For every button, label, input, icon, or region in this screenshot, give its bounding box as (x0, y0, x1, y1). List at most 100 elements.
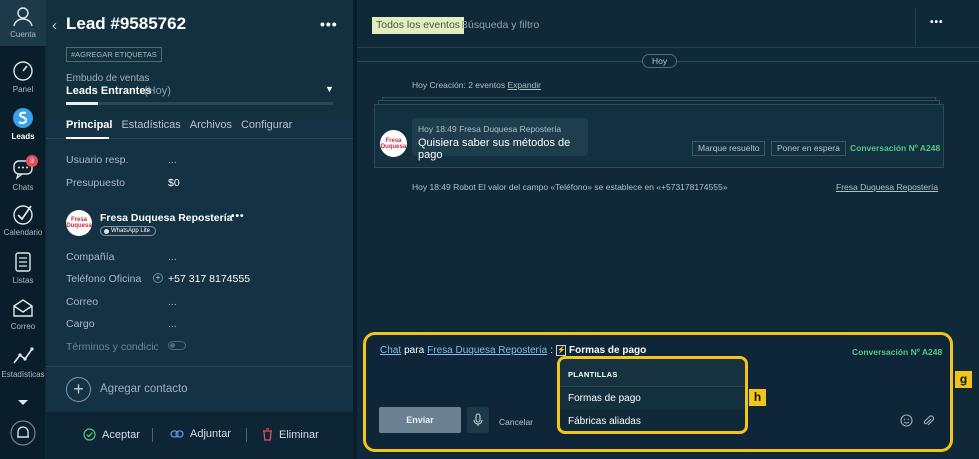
rail-item-calendar[interactable]: Calendario (0, 203, 46, 237)
user-icon (12, 5, 34, 27)
delete-button[interactable]: Eliminar (262, 428, 319, 441)
lead-more-button[interactable]: ••• (320, 16, 338, 32)
feed-more-button[interactable]: ••• (930, 17, 944, 28)
active-tab-indicator (66, 137, 109, 139)
rail-item-more[interactable] (0, 391, 46, 413)
leads-icon (12, 107, 34, 129)
dashboard-icon (12, 60, 34, 82)
lead-header: ‹ Lead #9585762 ••• #AGREGAR ETIQUETAS E… (46, 0, 353, 120)
filter-chip-all-events[interactable]: Todos los eventos (372, 17, 465, 34)
tab-configure[interactable]: Configurar (241, 119, 292, 131)
cancel-button[interactable]: Cancelar (499, 417, 533, 427)
attach-button[interactable]: Adjuntar (170, 428, 231, 440)
contact-more-button[interactable]: ••• (231, 211, 245, 222)
template-item-fabricas-aliadas[interactable]: Fábricas aliadas (568, 416, 641, 427)
rail-item-mail[interactable]: Correo (0, 297, 46, 331)
field-value-position[interactable]: ... (168, 318, 177, 330)
bell-icon (10, 420, 36, 446)
sender-avatar: Fresa Duquesa (380, 130, 407, 157)
footer-divider (152, 428, 153, 442)
accept-label: Aceptar (102, 428, 140, 441)
message-composer[interactable]: Chat para Fresa Duquesa Repostería: ⚡ Fo… (363, 332, 953, 452)
back-chevron-icon[interactable]: ‹ (52, 17, 57, 34)
emoji-icon[interactable] (900, 414, 913, 432)
tab-statistics[interactable]: Estadísticas (121, 119, 180, 131)
composer-colon: : (550, 345, 553, 356)
message-meta: Hoy 18:49 Fresa Duquesa Repostería (418, 124, 562, 134)
field-label-terms: Términos y condicion (66, 341, 158, 353)
rail-item-lists[interactable]: Listas (0, 251, 46, 285)
rail-label-leads: Leads (11, 132, 35, 141)
recipient-link[interactable]: Fresa Duquesa Repostería (427, 345, 547, 356)
lead-panel: ‹ Lead #9585762 ••• #AGREGAR ETIQUETAS E… (46, 0, 353, 459)
lead-title: Lead #9585762 (66, 14, 187, 33)
microphone-icon (473, 413, 483, 426)
add-tags-button[interactable]: #AGREGAR ETIQUETAS (66, 47, 162, 62)
rail-label-calendar: Calendario (3, 228, 43, 237)
day-pill: Hoy (642, 54, 678, 68)
chat-channel-link[interactable]: Chat (380, 345, 401, 356)
field-label-position: Cargo (66, 318, 95, 330)
whatsapp-icon (104, 228, 109, 234)
account-item[interactable]: Cuenta (0, 0, 46, 46)
rail-item-leads[interactable]: Leads (0, 107, 46, 141)
chevron-down-icon (12, 391, 34, 413)
search-filter-input[interactable]: Búsqueda y filtro (461, 19, 539, 31)
tab-files[interactable]: Archivos (190, 119, 232, 131)
plus-icon: + (66, 377, 91, 402)
tab-principal[interactable]: Principal (66, 119, 112, 131)
topbar-divider (915, 8, 916, 46)
templates-header-label: PLANTILLAS (568, 370, 618, 379)
field-value-phone[interactable]: +57 317 8174555 (168, 273, 250, 285)
field-value-budget[interactable]: $0 (168, 177, 180, 189)
chevron-down-icon[interactable]: ▼ (325, 84, 334, 94)
check-circle-icon (83, 428, 96, 441)
rail-item-notifications[interactable] (0, 420, 46, 446)
field-label-email: Correo (66, 296, 99, 308)
rail-label-chats: Chats (12, 183, 34, 192)
rail-item-panel[interactable]: Panel (0, 60, 46, 94)
rail-item-chats[interactable]: 3 Chats (0, 155, 46, 192)
template-title: Formas de pago (569, 345, 647, 356)
whatsapp-channel-badge: WhatsApp Lite (100, 226, 157, 236)
list-icon (12, 251, 34, 273)
paperclip-icon[interactable] (922, 414, 935, 432)
template-item-formas-de-pago[interactable]: Formas de pago (568, 393, 641, 404)
conversation-card: Fresa Duquesa Hoy 18:49 Fresa Duquesa Re… (374, 104, 944, 168)
field-value-company[interactable]: ... (168, 251, 177, 263)
events-summary-text: Hoy Creación: 2 eventos (412, 80, 506, 90)
nav-rail: Cuenta Panel Leads 3 Chats Calendario Li… (0, 0, 46, 459)
lead-footer: Aceptar Adjuntar Eliminar (46, 412, 353, 459)
field-value-email[interactable]: ... (168, 296, 177, 308)
add-contact-row[interactable]: + Agregar contacto (46, 366, 353, 412)
composer-recipient-line: Chat para Fresa Duquesa Repostería: ⚡ Fo… (380, 345, 646, 356)
field-label-company: Compañía (66, 251, 115, 263)
expand-events-link[interactable]: Expandir (507, 80, 541, 90)
add-phone-icon[interactable]: + (153, 273, 163, 283)
funnel-progress-fill (66, 102, 99, 105)
funnel-label: Embudo de ventas (66, 73, 150, 84)
funnel-stage-time: (Hoy) (144, 85, 171, 97)
add-contact-label: Agregar contacto (100, 383, 188, 395)
lead-tabs: Principal Estadísticas Archivos Configur… (66, 119, 292, 131)
composer-conversation-id[interactable]: Conversación Nº A248 (852, 347, 942, 357)
send-button[interactable]: Enviar (379, 407, 461, 433)
put-on-hold-button[interactable]: Poner en espera (771, 141, 846, 156)
templates-dropdown: PLANTILLAS Formas de pago Fábricas aliad… (557, 356, 748, 434)
conversation-id[interactable]: Conversación Nº A248 (850, 143, 940, 153)
robot-event-contact-link[interactable]: Fresa Duquesa Repostería (836, 182, 938, 192)
terms-toggle[interactable] (168, 341, 186, 350)
field-value-responsible[interactable]: ... (168, 154, 177, 166)
stats-icon (12, 345, 34, 367)
voice-message-button[interactable] (467, 407, 489, 433)
contact-name[interactable]: Fresa Duquesa Repostería (100, 212, 232, 224)
field-label-budget: Presupuesto (66, 177, 125, 189)
rail-item-stats[interactable]: Estadísticas (0, 345, 46, 379)
accept-button[interactable]: Aceptar (83, 428, 140, 441)
mark-resolved-button[interactable]: Marque resuelto (692, 141, 766, 156)
callout-h: h (749, 389, 766, 406)
checkmark-circle-icon (12, 203, 34, 225)
footer-divider (246, 428, 247, 442)
robot-event: Hoy 18:49 Robot El valor del campo «Telé… (412, 182, 728, 192)
funnel-stage-select[interactable]: Leads Entrantes (66, 85, 152, 97)
